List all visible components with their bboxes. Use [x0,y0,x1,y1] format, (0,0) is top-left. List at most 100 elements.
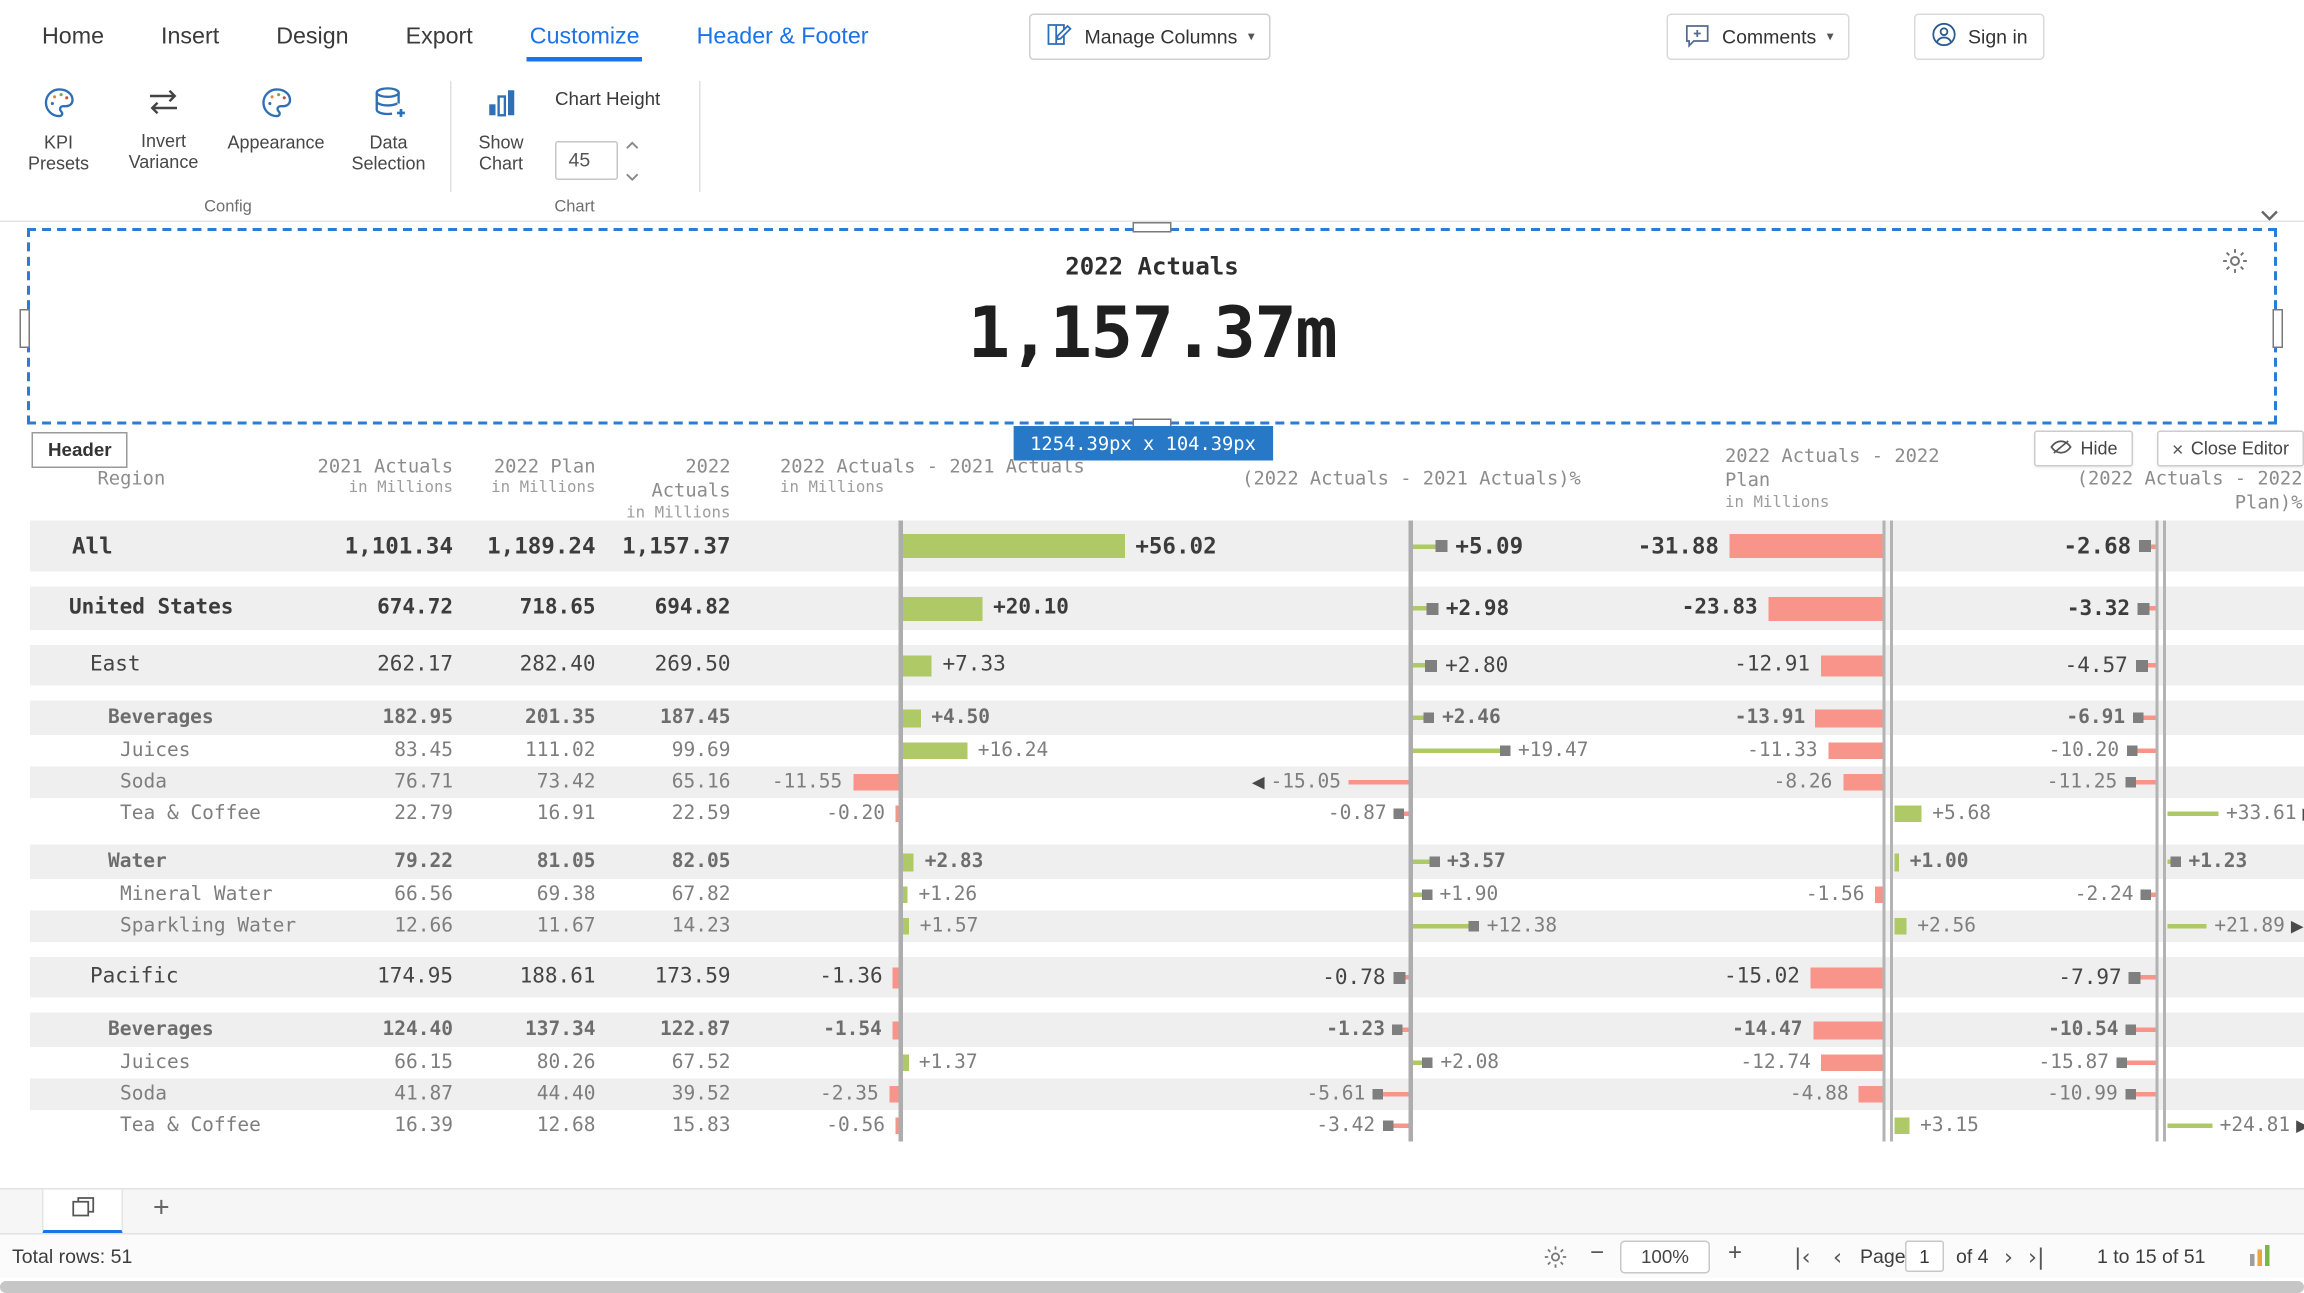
next-page-button[interactable]: › [2004,1244,2013,1271]
row-label[interactable]: Tea & Coffee [120,1110,261,1142]
outlier-arrow-icon: ▶ [2291,917,2304,937]
value-cell: 694.82 [600,587,731,631]
hide-label: Hide [2081,438,2118,459]
zoom-in-button[interactable]: + [1728,1241,1742,1268]
row-label[interactable]: Soda [120,1079,167,1111]
row-label[interactable]: Soda [120,767,167,799]
row-label[interactable]: East [90,645,141,686]
page-input[interactable]: 1 [1905,1241,1944,1273]
stepper-down-icon[interactable] [626,162,640,189]
chart-height-input[interactable]: 45 [555,140,618,179]
value-cell: 16.91 [458,798,596,830]
data-table: Region 2021 Actualsin Millions 2022 Plan… [30,443,2304,1148]
table-row: Juices66.1580.2667.52+1.37+2.08-12.74-15… [30,1047,2304,1079]
zebra-logo [2250,1245,2271,1271]
row-label[interactable]: Tea & Coffee [120,798,261,830]
tab-insert[interactable]: Insert [158,1,222,73]
zero-line [1890,521,1893,1142]
row-label[interactable]: Pacific [90,957,179,998]
tab-customize[interactable]: Customize [527,1,643,73]
close-editor-button[interactable]: × Close Editor [2157,431,2304,467]
variance-marker [2129,971,2141,983]
tab-header-footer[interactable]: Header & Footer [694,1,872,73]
settings-button[interactable] [1542,1244,1569,1276]
row-label[interactable]: All [72,521,113,572]
last-page-button[interactable]: ›| [2028,1244,2045,1271]
resize-handle-top[interactable] [1133,222,1172,233]
sheet-tab[interactable] [42,1190,123,1235]
variance-bar [903,534,1125,558]
variance-marker [1500,746,1511,757]
add-sheet-button[interactable]: + [144,1193,179,1226]
value-cell: 182.95 [315,701,453,736]
chart-height-stepper[interactable] [623,128,643,193]
header-widget[interactable]: 2022 Actuals 1,157.37m [27,228,2277,425]
variance-bar [1895,918,1907,935]
sign-in-button[interactable]: Sign in [1914,14,2044,61]
row-label[interactable]: Water [108,845,167,880]
variance-label: -1.36 [819,957,882,998]
variance-pin: -10.99 [2047,1079,2155,1111]
resize-handle-left[interactable] [20,309,31,348]
collapse-ribbon-button[interactable] [2259,203,2280,230]
kpi-presets-button[interactable]: KPI Presets [12,84,105,175]
invert-variance-button[interactable]: Invert Variance [114,84,213,173]
row-label[interactable]: Beverages [108,701,214,736]
resize-handle-right[interactable] [2273,309,2284,348]
ribbon-separator [450,81,452,192]
row-label[interactable]: United States [69,587,233,631]
variance-marker [1373,1089,1384,1100]
row-label[interactable]: Mineral Water [120,879,273,911]
variance-pin: +21.89▶ [2168,911,2304,943]
prev-page-button[interactable]: ‹ [1833,1244,1842,1271]
variance-pin: -15.05◀ [1252,767,1409,799]
tab-home[interactable]: Home [39,1,107,73]
row-label[interactable]: Juices [120,735,190,767]
variance-bar [1821,655,1883,676]
data-selection-button[interactable]: Data Selection [339,84,438,175]
variance-marker [1426,602,1438,614]
column-header-abs-variance-py: 2022 Actuals - 2021 Actualsin Millions [780,455,1085,500]
gear-icon [2220,257,2250,283]
variance-marker [2141,890,2152,901]
manage-columns-button[interactable]: Manage Columns ▾ [1029,14,1271,61]
variance-pin: +1.23 [2168,845,2248,880]
tab-export[interactable]: Export [403,1,476,73]
variance-marker [2133,713,2144,724]
size-tooltip: 1254.39px x 104.39px [1014,426,1273,461]
hide-button[interactable]: Hide [2034,431,2133,467]
row-label[interactable]: Sparkling Water [120,911,296,943]
variance-marker [1393,971,1405,983]
variance-marker [1429,857,1440,868]
row-label[interactable]: Beverages [108,1013,214,1048]
value-cell: 16.39 [315,1110,453,1142]
outlier-arrow-icon: ▶ [2296,1116,2304,1136]
value-cell: 73.42 [458,767,596,799]
ribbon-group-label-chart: Chart [453,198,696,216]
table-row: Beverages182.95201.35187.45+4.50+2.46-13… [30,701,2304,736]
variance-pin: -6.91 [2066,701,2155,736]
value-cell: 22.79 [315,798,453,830]
show-chart-button[interactable]: Show Chart [459,84,543,175]
variance-bar [896,1118,899,1135]
comments-button[interactable]: Comments ▾ [1667,14,1851,61]
widget-settings-button[interactable] [2220,246,2250,284]
appearance-button[interactable]: Appearance [222,84,330,154]
value-cell: 39.52 [600,1079,731,1111]
variance-pin: -10.54 [2048,1013,2155,1048]
variance-pin: -7.97 [2058,957,2155,998]
horizontal-scrollbar[interactable] [0,1281,2304,1293]
first-page-button[interactable]: |‹ [1794,1244,1811,1271]
stepper-up-icon[interactable] [626,131,640,158]
variance-label: +16.24 [978,735,1048,767]
variance-pin: +12.38 [1413,911,1557,943]
variance-pin: +33.61▶ [2168,798,2304,830]
range-label: 1 to 15 of 51 [2097,1245,2205,1268]
row-label[interactable]: Juices [120,1047,190,1079]
zoom-out-button[interactable]: − [1590,1241,1604,1268]
tab-design[interactable]: Design [273,1,351,73]
zoom-level[interactable]: 100% [1620,1241,1710,1274]
variance-label: -14.47 [1732,1013,1802,1048]
invert-arrows-icon [144,84,183,128]
ribbon-group-label-config: Config [12,198,444,216]
